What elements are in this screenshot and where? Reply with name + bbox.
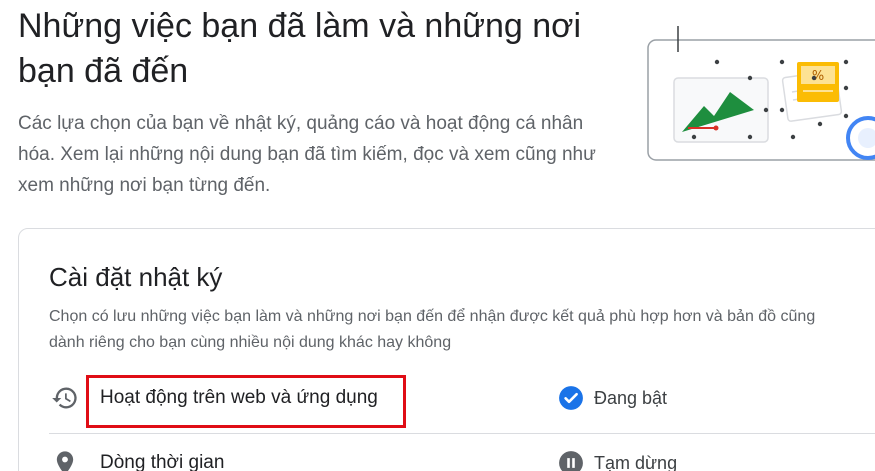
card-title: Cài đặt nhật ký <box>49 262 223 292</box>
card-description-line-2: dành riêng cho bạn cùng nhiều nội dung k… <box>49 334 452 351</box>
setting-label-web-app-activity: Hoạt động trên web và ứng dụng <box>100 387 378 408</box>
check-circle-icon <box>558 385 584 411</box>
setting-row-timeline[interactable]: Dòng thời gian Tạm dừng <box>49 435 875 471</box>
setting-label-timeline: Dòng thời gian <box>100 452 225 471</box>
setting-row-web-app-activity[interactable]: Hoạt động trên web và ứng dụng Đang bật <box>49 370 875 428</box>
pause-circle-icon <box>558 450 584 471</box>
row-divider <box>49 433 875 434</box>
header-illustration: % <box>640 20 875 170</box>
page-title: Những việc bạn đã làm và những nơi bạn đ… <box>18 7 582 90</box>
activity-settings-card: Cài đặt nhật ký Chọn có lưu những việc b… <box>18 228 875 471</box>
card-description-line-1: Chọn có lưu những việc bạn làm và những … <box>49 308 816 325</box>
status-label-on: Đang bật <box>594 388 668 408</box>
card-description: Chọn có lưu những việc bạn làm và những … <box>49 304 875 356</box>
activity-controls-page: Những việc bạn đã làm và những nơi bạn đ… <box>0 0 875 471</box>
history-icon <box>51 384 79 412</box>
page-description: Các lựa chọn của bạn về nhật ký, quảng c… <box>18 113 596 196</box>
location-pin-icon <box>51 449 79 471</box>
status-label-paused: Tạm dừng <box>594 453 678 471</box>
